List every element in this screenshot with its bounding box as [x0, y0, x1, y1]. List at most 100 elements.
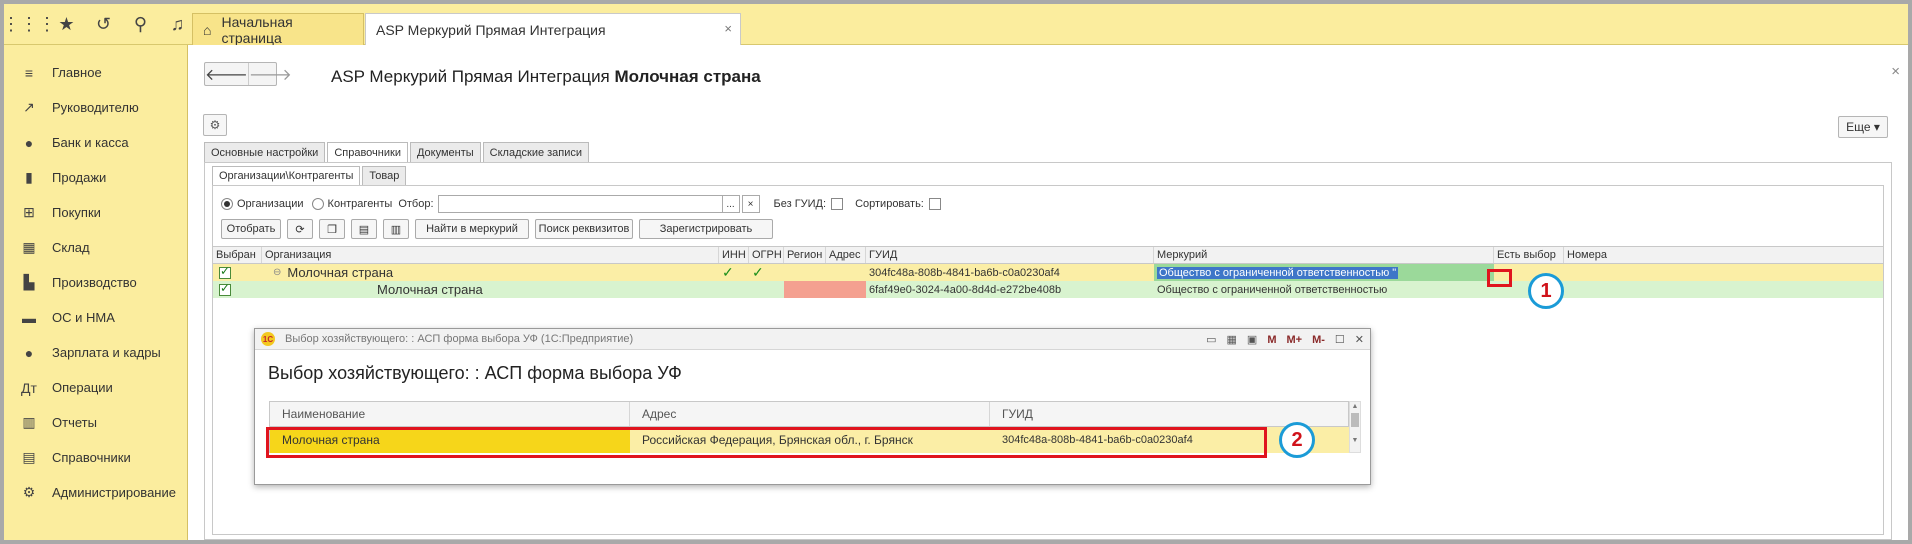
radio-contractors[interactable]: [311, 198, 324, 210]
sidebar-item[interactable]: ▦ Склад: [4, 230, 187, 265]
sidebar-item-label: Справочники: [52, 450, 131, 465]
tab-settings[interactable]: Основные настройки: [204, 142, 326, 162]
register-button[interactable]: Зарегистрировать: [639, 219, 773, 239]
memory-plus-icon[interactable]: M+: [1286, 334, 1302, 346]
row-mercury[interactable]: Общество с ограниченной ответственностью…: [1157, 266, 1399, 279]
sort-checkbox[interactable]: [928, 198, 941, 210]
dialog-scrollbar[interactable]: ▲ ▼: [1349, 401, 1361, 453]
ogrn-check-icon: ✓: [752, 264, 764, 280]
filter-input[interactable]: [437, 195, 723, 213]
sidebar-item[interactable]: ▤ Справочники: [4, 440, 187, 475]
back-arrow-icon[interactable]: 🡐: [205, 63, 248, 85]
memory-icon[interactable]: M: [1267, 334, 1276, 346]
star-icon[interactable]: ★: [52, 10, 81, 40]
annotation-badge-2: 2: [1279, 422, 1315, 458]
col-organization[interactable]: Организация: [262, 247, 719, 263]
calendar-icon[interactable]: ▣: [1247, 333, 1257, 346]
tab-organizations[interactable]: Организации\Контрагенты: [212, 166, 361, 185]
cart-icon: ⊞: [23, 204, 35, 220]
sidebar-item[interactable]: ● Банк и касса: [4, 125, 187, 160]
tab-references[interactable]: Справочники: [327, 142, 408, 162]
calculator-icon[interactable]: ▦: [1227, 333, 1237, 346]
collapse-icon[interactable]: ⊖: [273, 267, 281, 278]
sidebar-item-label: Зарплата и кадры: [52, 345, 161, 360]
top-bar: ⋮⋮⋮ ★ ↺ ⚲ ♫ ⌂ Начальная страница ASP Мер…: [4, 4, 1908, 46]
maximize-icon[interactable]: ☐: [1335, 333, 1345, 346]
table-row[interactable]: Молочная страна 6faf49e0-3024-4a00-8d4d-…: [213, 281, 1883, 298]
search-icon[interactable]: ⚲: [126, 10, 155, 40]
copy-icon[interactable]: ❐: [319, 219, 345, 239]
filter-bar: Организации Контрагенты Отбор: ... × Без…: [221, 195, 941, 213]
sidebar-item[interactable]: Дт Операции: [4, 370, 187, 405]
sidebar-item[interactable]: ▬ ОС и НМА: [4, 300, 187, 335]
sidebar-item[interactable]: ↗ Руководителю: [4, 90, 187, 125]
print-icon[interactable]: ▭: [1206, 333, 1216, 346]
close-form-icon[interactable]: ×: [1891, 63, 1900, 80]
col-has-choice[interactable]: Есть выбор: [1494, 247, 1564, 263]
more-button[interactable]: Еще ▾: [1838, 116, 1888, 138]
col-inn[interactable]: ИНН: [719, 247, 749, 263]
select-button[interactable]: Отобрать: [221, 219, 281, 239]
table-row[interactable]: ⊖ Молочная страна ✓ ✓ 304fc48a-808b-4841-…: [213, 264, 1883, 281]
search-requisites-button[interactable]: Поиск реквизитов: [535, 219, 633, 239]
col-address[interactable]: Адрес: [826, 247, 866, 263]
mark-icon[interactable]: ▤: [351, 219, 377, 239]
sidebar-item-label: Главное: [52, 65, 102, 80]
filter-select-button[interactable]: ...: [721, 195, 740, 213]
no-guid-checkbox[interactable]: [831, 198, 844, 210]
find-in-mercury-button[interactable]: Найти в меркурий: [415, 219, 529, 239]
row-org-name: Молочная страна: [287, 265, 394, 280]
col-name[interactable]: Наименование: [270, 402, 630, 426]
close-icon[interactable]: ×: [724, 21, 732, 36]
sidebar-item[interactable]: ▙ Производство: [4, 265, 187, 300]
radio-organizations[interactable]: [221, 198, 233, 210]
dialog-heading: Выбор хозяйствующего: : АСП форма выбора…: [268, 363, 682, 383]
settings-gear-icon[interactable]: ⚙: [203, 114, 227, 136]
tab-home-label: Начальная страница: [221, 13, 293, 46]
col-region[interactable]: Регион: [784, 247, 826, 263]
sidebar-item[interactable]: ⚙ Администрирование: [4, 475, 187, 510]
forward-arrow-icon[interactable]: 🡒: [247, 63, 292, 85]
sidebar-item[interactable]: ▮ Продажи: [4, 160, 187, 195]
nav-buttons: 🡐 🡒: [204, 62, 292, 86]
col-mercury[interactable]: Меркурий: [1154, 247, 1494, 263]
sidebar-item[interactable]: ≡ Главное: [4, 55, 187, 90]
sidebar-item-label: Покупки: [52, 205, 101, 220]
page-title: ASP Меркурий Прямая Интеграция Молочная …: [331, 67, 761, 86]
tab-asp-mercury[interactable]: ASP Меркурий Прямая Интеграция ×: [365, 13, 741, 45]
dialog-titlebar: 1С Выбор хозяйствующего: : АСП форма выб…: [255, 329, 1370, 350]
dialog-close-icon[interactable]: ✕: [1355, 333, 1364, 346]
row-guid: 304fc48a-808b-4841-ba6b-c0a0230af4: [869, 266, 1060, 279]
grid-icon[interactable]: ⋮⋮⋮: [4, 10, 56, 40]
sidebar-item[interactable]: ▥ Отчеты: [4, 405, 187, 440]
sidebar-item-label: Склад: [52, 240, 90, 255]
person-icon: ●: [24, 344, 34, 361]
tab-goods[interactable]: Товар: [362, 166, 407, 185]
unmark-icon[interactable]: ▥: [383, 219, 409, 239]
memory-minus-icon[interactable]: M-: [1312, 334, 1325, 346]
tab-documents[interactable]: Документы: [409, 142, 481, 162]
col-ogrn[interactable]: ОГРН: [749, 247, 784, 263]
row-checkbox[interactable]: [219, 281, 231, 296]
col-selected[interactable]: Выбран: [213, 247, 262, 263]
history-icon[interactable]: ↺: [89, 10, 118, 40]
row-checkbox[interactable]: [219, 264, 231, 279]
col-numbers[interactable]: Номера: [1564, 247, 1614, 263]
truck-icon: ▬: [22, 309, 36, 326]
tab-warehouse[interactable]: Складские записи: [482, 142, 590, 162]
dialog-table-header: Наименование Адрес ГУИД: [269, 401, 1349, 427]
bell-icon[interactable]: ♫: [163, 10, 192, 40]
sort-label: Сортировать:: [855, 198, 924, 210]
col-dialog-address[interactable]: Адрес: [630, 402, 990, 426]
col-guid[interactable]: ГУИД: [866, 247, 1154, 263]
tab-home[interactable]: ⌂ Начальная страница: [192, 13, 364, 46]
refresh-icon[interactable]: ⟳: [287, 219, 313, 239]
filter-clear-button[interactable]: ×: [741, 195, 760, 213]
sidebar: ≡ Главное ↗ Руководителю ● Банк и касса ▮ Прода…: [4, 45, 188, 540]
sidebar-item[interactable]: ● Зарплата и кадры: [4, 335, 187, 370]
dialog-toolbar: ▭ ▦ ▣ M M+ M- ☐ ✕: [1206, 331, 1364, 348]
sidebar-item[interactable]: ⊞ Покупки: [4, 195, 187, 230]
app-window: ⋮⋮⋮ ★ ↺ ⚲ ♫ ⌂ Начальная страница ASP Мер…: [4, 4, 1908, 540]
organizations-table: Выбран Организация ИНН ОГРН Регион Адрес…: [213, 246, 1883, 298]
sidebar-item-label: Производство: [52, 275, 137, 290]
